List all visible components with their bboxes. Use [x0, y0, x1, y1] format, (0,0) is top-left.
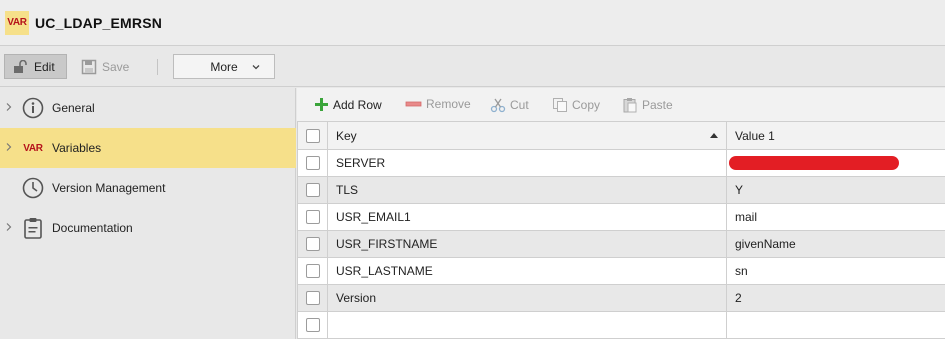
row-select-cell: [297, 284, 328, 312]
sidebar-item-documentation[interactable]: Documentation: [0, 208, 296, 248]
sidebar-item-label: General: [52, 101, 95, 115]
copy-label: Copy: [572, 98, 601, 112]
key-cell[interactable]: Version: [327, 284, 727, 312]
value-cell[interactable]: [726, 311, 945, 339]
key-cell[interactable]: [327, 311, 727, 339]
key-cell[interactable]: SERVER: [327, 149, 727, 177]
scissors-icon: [490, 98, 506, 113]
var-icon: VAR: [23, 142, 43, 154]
sidebar-item-label: Variables: [52, 141, 102, 155]
row-checkbox[interactable]: [305, 291, 320, 306]
row-select-cell: [297, 149, 328, 177]
floppy-disk-icon: [81, 59, 97, 74]
table-row[interactable]: Version 2: [297, 284, 945, 312]
more-dropdown[interactable]: More: [173, 54, 275, 79]
variables-panel: Add Row Remove Cut Copy Paste Key Value …: [297, 88, 945, 339]
var-object-icon: VAR: [5, 10, 29, 35]
clipboard-icon: [21, 216, 45, 240]
remove-label: Remove: [426, 97, 471, 111]
row-select-cell: [297, 176, 328, 204]
table-row[interactable]: TLS Y: [297, 176, 945, 204]
minus-icon: [405, 101, 422, 107]
column-header-label: Value 1: [735, 128, 775, 143]
save-button-label: Save: [102, 59, 130, 74]
table-row-empty[interactable]: [297, 311, 945, 339]
select-all-checkbox[interactable]: [305, 128, 320, 143]
table-header-row: Key Value 1: [297, 121, 945, 150]
key-cell[interactable]: USR_LASTNAME: [327, 257, 727, 285]
main-toolbar: Edit Save More: [0, 47, 945, 87]
column-header-key[interactable]: Key: [327, 121, 727, 150]
more-dropdown-label: More: [210, 59, 238, 74]
copy-button[interactable]: Copy: [552, 97, 600, 113]
grid-toolbar: Add Row Remove Cut Copy Paste: [297, 88, 945, 121]
row-select-cell: [297, 257, 328, 285]
row-checkbox[interactable]: [305, 318, 320, 333]
sort-ascending-icon: [710, 133, 718, 138]
row-select-cell: [297, 203, 328, 231]
copy-icon: [553, 98, 567, 112]
cut-button[interactable]: Cut: [490, 97, 529, 113]
remove-button[interactable]: Remove: [405, 97, 471, 111]
row-checkbox[interactable]: [305, 264, 320, 279]
row-checkbox[interactable]: [305, 183, 320, 198]
table-row[interactable]: USR_EMAIL1 mail: [297, 203, 945, 231]
table-row[interactable]: USR_FIRSTNAME givenName: [297, 230, 945, 258]
sidebar-item-general[interactable]: General: [0, 88, 296, 128]
title-bar: VAR UC_LDAP_EMRSN: [0, 0, 945, 46]
row-select-cell: [297, 230, 328, 258]
value-cell[interactable]: givenName: [726, 230, 945, 258]
cut-label: Cut: [510, 98, 529, 112]
row-select-cell: [297, 311, 328, 339]
save-button[interactable]: Save: [79, 54, 129, 79]
table-row[interactable]: USR_LASTNAME sn: [297, 257, 945, 285]
info-icon: [21, 96, 45, 120]
row-checkbox[interactable]: [305, 210, 320, 225]
toolbar-divider: [157, 59, 158, 75]
value-cell[interactable]: sn: [726, 257, 945, 285]
key-cell[interactable]: USR_EMAIL1: [327, 203, 727, 231]
key-cell[interactable]: TLS: [327, 176, 727, 204]
unlock-icon: [14, 59, 27, 73]
paste-icon: [623, 98, 637, 113]
value-cell[interactable]: 2: [726, 284, 945, 312]
object-title: UC_LDAP_EMRSN: [35, 14, 163, 31]
chevron-down-icon: [252, 65, 260, 70]
column-header-value[interactable]: Value 1: [726, 121, 945, 150]
sidebar-item-label: Documentation: [52, 221, 133, 235]
add-row-label: Add Row: [333, 97, 382, 112]
sidebar: General VAR Variables Version Management…: [0, 88, 296, 339]
edit-button-label: Edit: [34, 59, 55, 74]
row-checkbox[interactable]: [305, 237, 320, 252]
column-header-label: Key: [336, 128, 357, 143]
chevron-right-icon[interactable]: [5, 102, 13, 112]
value-cell[interactable]: [726, 149, 945, 177]
add-row-button[interactable]: Add Row: [314, 97, 382, 112]
row-checkbox[interactable]: [305, 156, 320, 171]
paste-label: Paste: [642, 98, 673, 112]
chevron-right-icon[interactable]: [5, 142, 13, 152]
variables-table: Key Value 1 SERVER TLS Y USR_EMAIL1 mail: [297, 121, 945, 339]
edit-button[interactable]: Edit: [4, 54, 67, 79]
sidebar-item-version-management[interactable]: Version Management: [0, 168, 296, 208]
plus-icon: [315, 98, 328, 111]
sidebar-item-variables[interactable]: VAR Variables: [0, 128, 296, 168]
clock-icon: [21, 176, 45, 200]
value-cell[interactable]: mail: [726, 203, 945, 231]
chevron-right-icon[interactable]: [5, 222, 13, 232]
redaction-mark: [729, 156, 899, 171]
select-all-cell: [297, 121, 328, 150]
table-row[interactable]: SERVER: [297, 149, 945, 177]
value-cell[interactable]: Y: [726, 176, 945, 204]
sidebar-item-label: Version Management: [52, 181, 166, 195]
paste-button[interactable]: Paste: [622, 97, 673, 113]
key-cell[interactable]: USR_FIRSTNAME: [327, 230, 727, 258]
